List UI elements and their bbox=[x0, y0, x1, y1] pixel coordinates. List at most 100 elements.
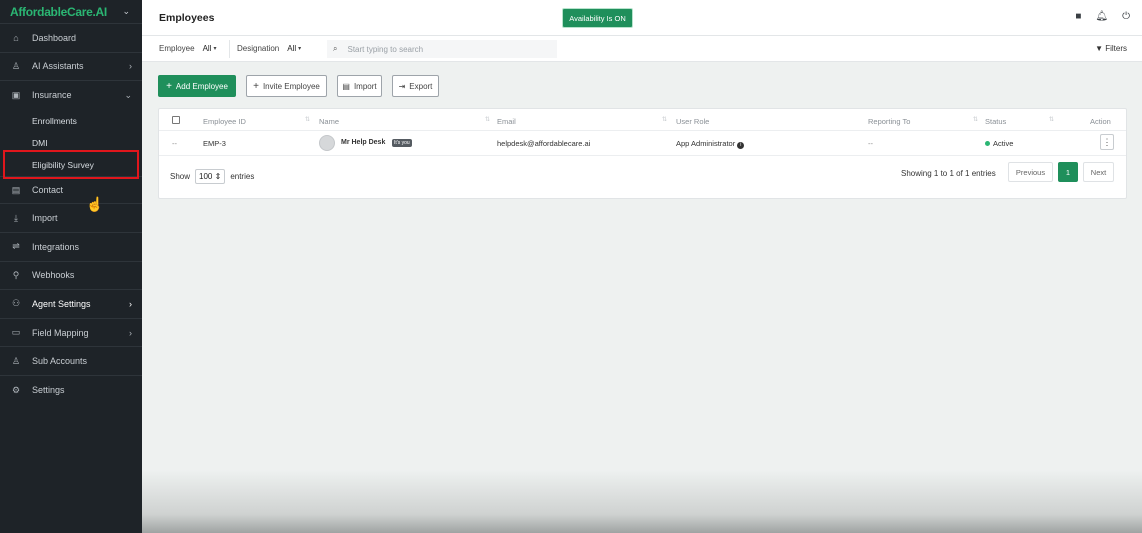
search-placeholder: Start typing to search bbox=[347, 44, 424, 54]
sidebar-subitem-enrollments[interactable]: Enrollments bbox=[0, 110, 142, 132]
gear-icon: ⚙ bbox=[11, 384, 21, 395]
chevron-right-icon: › bbox=[129, 61, 132, 72]
import-icon: ⤓ bbox=[14, 212, 18, 223]
cell-status: Active bbox=[985, 139, 1013, 148]
file-icon: ▤ bbox=[342, 81, 350, 91]
sidebar-subitem-dmi[interactable]: DMI bbox=[0, 132, 142, 154]
search-icon: ⌕ bbox=[333, 44, 338, 53]
webhook-icon: ⚲ bbox=[12, 269, 20, 280]
sidebar-item-contact[interactable]: ▤ Contact bbox=[0, 175, 142, 205]
designation-filter-label: Designation bbox=[237, 44, 280, 53]
updown-icon: ⇕ bbox=[214, 172, 222, 181]
cell-employee-id: EMP-3 bbox=[203, 139, 226, 148]
bell-icon[interactable]: 🔔︎ bbox=[1095, 11, 1108, 22]
cell-email: helpdesk@affordablecare.ai bbox=[497, 139, 591, 148]
plus-icon: + bbox=[253, 80, 259, 92]
filter-bar: Employee All ▾ Designation All ▾ ⌕ Start… bbox=[142, 36, 1142, 62]
employee-filter[interactable]: Employee All ▾ bbox=[159, 44, 216, 53]
database-icon: ▭ bbox=[11, 327, 21, 338]
filter-icon: ▼ bbox=[1095, 44, 1103, 53]
invite-employee-button[interactable]: + Invite Employee bbox=[246, 75, 327, 97]
power-icon[interactable]: ⏻ bbox=[1122, 11, 1130, 22]
chevron-down-icon[interactable]: ⌄ bbox=[122, 6, 130, 17]
sidebar-item-integrations[interactable]: ⇌ Integrations bbox=[0, 233, 142, 262]
chevron-right-icon: › bbox=[129, 298, 132, 309]
column-header-user-role[interactable]: User Role bbox=[676, 117, 709, 126]
add-employee-button[interactable]: + Add Employee bbox=[158, 75, 236, 97]
entries-length-control: Show 100 ⇕ entries bbox=[170, 169, 254, 184]
sidebar-item-label: Sub Accounts bbox=[32, 356, 88, 367]
page-title: Employees bbox=[159, 12, 215, 24]
sidebar-item-label: Integrations bbox=[32, 241, 80, 252]
page-1-button[interactable]: 1 bbox=[1058, 162, 1078, 182]
import-button[interactable]: ▤ Import bbox=[337, 75, 382, 97]
sidebar-item-label: Contact bbox=[32, 185, 64, 196]
id-card-icon: ▣ bbox=[11, 89, 21, 100]
caret-down-icon: ▾ bbox=[298, 46, 302, 52]
user-icon: ♙ bbox=[11, 355, 21, 366]
row-actions-kebab-icon[interactable]: ⋮ bbox=[1100, 134, 1114, 150]
row-dash: -- bbox=[172, 139, 177, 148]
availability-toggle-button[interactable]: Availability Is ON bbox=[562, 8, 633, 28]
show-label: Show bbox=[170, 172, 191, 181]
sidebar: AffordableCare.AI ⌄ ⌂ Dashboard ♙ AI Ass… bbox=[0, 0, 142, 533]
header-icons: ■ 🔔︎ ⏻ bbox=[1075, 11, 1130, 22]
info-icon[interactable]: i bbox=[737, 142, 745, 149]
next-page-button[interactable]: Next bbox=[1083, 162, 1114, 182]
entries-label: entries bbox=[230, 172, 255, 181]
sidebar-item-label: Field Mapping bbox=[32, 327, 89, 338]
designation-filter[interactable]: Designation All ▾ bbox=[237, 44, 301, 53]
row-divider bbox=[159, 155, 1126, 156]
its-you-badge: It's you bbox=[392, 139, 412, 147]
sidebar-item-label: Insurance bbox=[32, 90, 72, 101]
entries-select-value: 100 bbox=[199, 172, 213, 181]
export-icon: ⇥ bbox=[398, 81, 406, 91]
brand-bar: AffordableCare.AI ⌄ bbox=[0, 0, 142, 24]
column-header-status[interactable]: Status bbox=[985, 117, 1006, 126]
column-header-reporting-to[interactable]: Reporting To bbox=[868, 117, 910, 126]
sort-icon[interactable]: ⇅ bbox=[485, 116, 490, 123]
sidebar-item-insurance[interactable]: ▣ Insurance ⌄ bbox=[0, 81, 142, 110]
sort-icon[interactable]: ⇅ bbox=[305, 116, 310, 123]
sidebar-item-import[interactable]: ⤓ Import bbox=[0, 204, 142, 233]
filters-button[interactable]: ▼ Filters bbox=[1095, 44, 1127, 53]
plus-icon: + bbox=[166, 80, 172, 92]
sidebar-item-sub-accounts[interactable]: ♙ Sub Accounts bbox=[0, 347, 142, 376]
sidebar-item-label: Agent Settings bbox=[32, 298, 91, 309]
top-header: Employees Availability Is ON ■ 🔔︎ ⏻ bbox=[142, 0, 1142, 36]
export-button[interactable]: ⇥ Export bbox=[392, 75, 439, 97]
sidebar-item-field-mapping[interactable]: ▭ Field Mapping › bbox=[0, 319, 142, 348]
user-icon: ♙ bbox=[11, 60, 21, 71]
import-label: Import bbox=[353, 81, 377, 91]
divider bbox=[229, 40, 230, 58]
sidebar-item-settings[interactable]: ⚙ Settings bbox=[0, 376, 142, 405]
sidebar-item-webhooks[interactable]: ⚲ Webhooks bbox=[0, 262, 142, 291]
column-header-email[interactable]: Email bbox=[497, 117, 516, 126]
column-header-action: Action bbox=[1090, 117, 1111, 126]
select-all-checkbox[interactable] bbox=[172, 116, 180, 124]
sidebar-item-dashboard[interactable]: ⌂ Dashboard bbox=[0, 24, 142, 53]
plug-icon: ⇌ bbox=[12, 241, 20, 252]
previous-page-button[interactable]: Previous bbox=[1008, 162, 1053, 182]
sidebar-item-agent-settings[interactable]: ⚇ Agent Settings › bbox=[0, 290, 142, 319]
sort-icon[interactable]: ⇅ bbox=[973, 116, 978, 123]
add-employee-label: Add Employee bbox=[175, 81, 228, 91]
entries-select[interactable]: 100 ⇕ bbox=[195, 169, 226, 184]
sidebar-item-label: AI Assistants bbox=[32, 61, 84, 72]
notes-icon[interactable]: ■ bbox=[1075, 11, 1081, 22]
sort-icon[interactable]: ⇅ bbox=[1049, 116, 1054, 123]
brand-logo: AffordableCare.AI bbox=[10, 4, 107, 19]
column-header-employee-id[interactable]: Employee ID bbox=[203, 117, 246, 126]
sidebar-subitem-eligibility-survey[interactable]: Eligibility Survey bbox=[0, 154, 142, 176]
search-input[interactable]: ⌕ Start typing to search bbox=[327, 40, 557, 58]
pagination-info: Showing 1 to 1 of 1 entries bbox=[901, 169, 996, 178]
sidebar-item-label: Dashboard bbox=[32, 32, 77, 43]
employee-filter-value: All bbox=[202, 44, 212, 53]
cell-user-role: App Administrator i bbox=[676, 139, 745, 149]
sort-icon[interactable]: ⇅ bbox=[662, 116, 667, 123]
sidebar-item-ai-assistants[interactable]: ♙ AI Assistants › bbox=[0, 53, 142, 82]
filters-label: Filters bbox=[1105, 44, 1127, 53]
invite-employee-label: Invite Employee bbox=[262, 81, 320, 91]
column-header-name[interactable]: Name bbox=[319, 117, 339, 126]
export-label: Export bbox=[409, 81, 433, 91]
